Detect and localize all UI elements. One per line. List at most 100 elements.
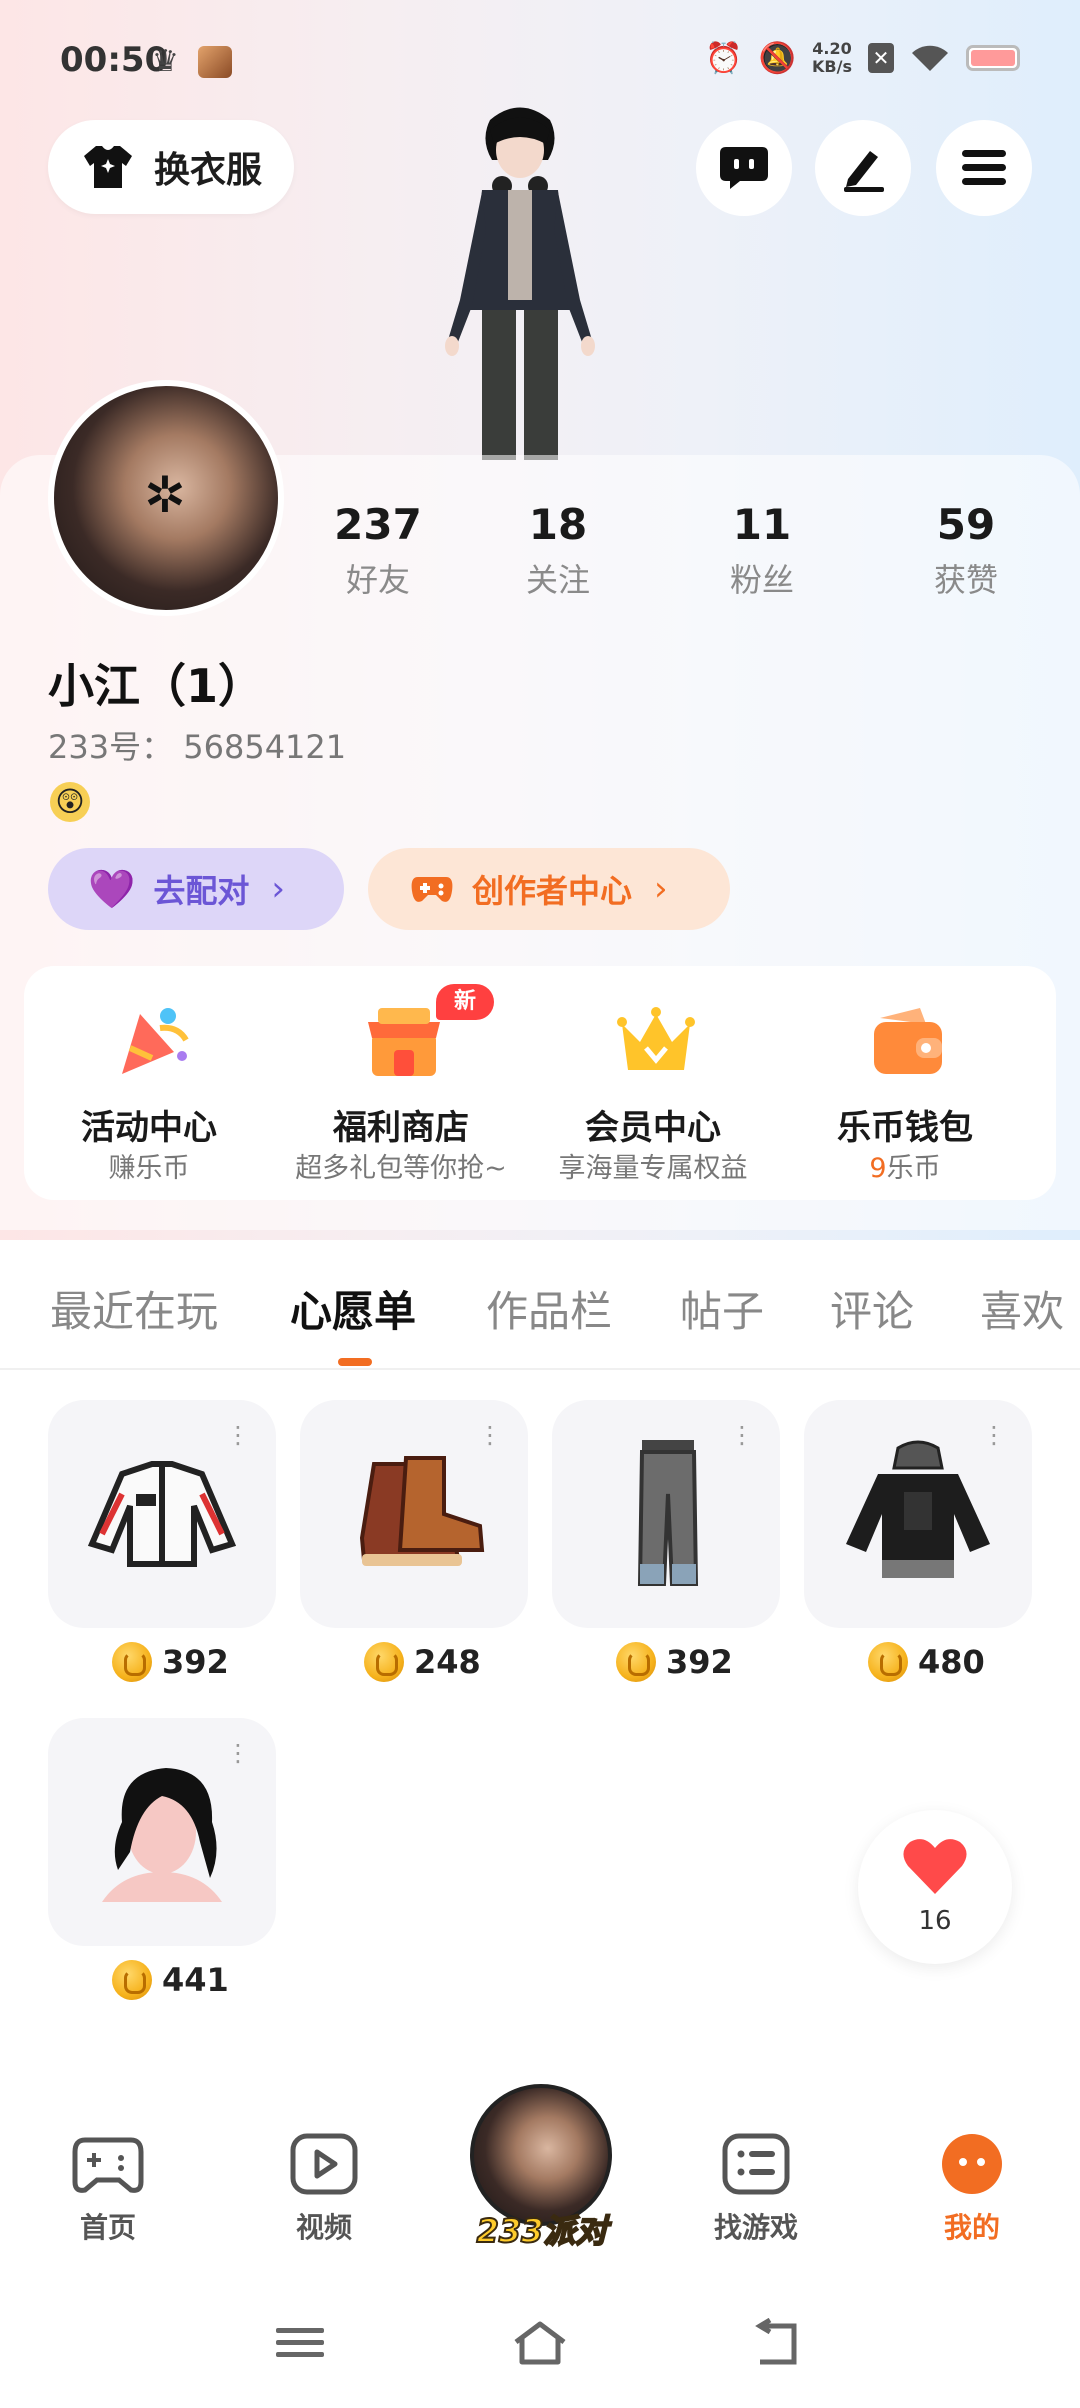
- net-speed-value: 4.20: [812, 39, 852, 58]
- stat-number: 59: [936, 500, 996, 549]
- creator-center-button[interactable]: 创作者中心 ›: [368, 848, 730, 930]
- chevron-right-icon: ›: [271, 869, 285, 909]
- price-value: 392: [162, 1643, 229, 1681]
- price-value: 248: [414, 1643, 481, 1681]
- mute-icon: 🔕: [758, 40, 797, 76]
- change-outfit-button[interactable]: 换衣服: [48, 120, 294, 214]
- menu-button[interactable]: [936, 120, 1032, 216]
- tab-wishlist[interactable]: 心愿单: [290, 1278, 416, 1339]
- stat-number: 11: [732, 500, 792, 549]
- tab-recent-play[interactable]: 最近在玩: [50, 1278, 218, 1339]
- stat-label: 粉丝: [729, 561, 794, 599]
- battery-icon: [966, 45, 1020, 71]
- wishlist-price: 480: [868, 1642, 985, 1682]
- tab-works[interactable]: 作品栏: [486, 1278, 612, 1339]
- party-label[interactable]: 233派对: [460, 2206, 624, 2252]
- party-avatar-button[interactable]: [470, 2084, 612, 2226]
- avatar-character[interactable]: [420, 100, 620, 460]
- boots-image: [359, 1456, 485, 1566]
- nav-mine[interactable]: 我的: [912, 2132, 1032, 2246]
- quick-menu: 活动中心 赚乐币 新 福利商店 超多礼包等你抢~ 会员中心 享海量专属权益 乐币…: [24, 966, 1056, 1200]
- system-nav-bar: [0, 2278, 1080, 2408]
- mood-emoji[interactable]: 😲: [50, 782, 90, 822]
- wallet-item[interactable]: 乐币钱包 9乐币: [780, 966, 1030, 1200]
- tab-likes[interactable]: 喜欢: [980, 1278, 1064, 1339]
- chevron-right-icon: ›: [654, 869, 668, 909]
- stat-number: 18: [528, 500, 588, 549]
- coin-icon: [868, 1642, 908, 1682]
- pencil-icon: [844, 151, 884, 192]
- video-play-icon: [290, 2133, 358, 2195]
- activity-center-item[interactable]: 活动中心 赚乐币: [24, 966, 274, 1200]
- stat-label: 获赞: [933, 561, 998, 599]
- activity-center-title: 活动中心: [81, 1108, 217, 1148]
- wishlist-price: 392: [112, 1642, 229, 1682]
- wishlist-item-jacket[interactable]: ⋮: [48, 1400, 276, 1628]
- vip-center-title: 会员中心: [585, 1108, 721, 1148]
- tab-comments[interactable]: 评论: [830, 1278, 914, 1339]
- gamepad-icon: [411, 877, 453, 902]
- wifi-icon: [912, 45, 948, 71]
- party-popper-icon: [122, 1008, 189, 1074]
- user-id: 233号： 56854121: [48, 728, 347, 766]
- jacket-image: [87, 1461, 237, 1567]
- username: 小江（1）: [48, 659, 265, 713]
- stat-following[interactable]: 18 关注: [488, 500, 628, 601]
- divider: [0, 1368, 1080, 1370]
- coin-icon: [112, 1642, 152, 1682]
- recent-apps-icon[interactable]: [270, 2318, 330, 2368]
- app-notification-icon: [198, 46, 232, 78]
- gamepad-icon: [72, 2137, 144, 2193]
- active-tab-indicator: [338, 1358, 372, 1366]
- tab-bar: 最近在玩 心愿单 作品栏 帖子 评论 喜欢: [0, 1240, 1080, 1370]
- wallet-balance: 9: [869, 1153, 887, 1184]
- wallet-icon: [874, 1008, 942, 1074]
- crown-icon: ♛: [152, 44, 179, 79]
- match-button[interactable]: 💜 去配对 ›: [48, 848, 344, 930]
- wallet-sub: 9乐币: [780, 1146, 1030, 1185]
- status-icons: ⏰ 🔕 4.20 KB/s ✕: [705, 40, 1020, 76]
- welfare-shop-sub: 超多礼包等你抢~: [295, 1153, 507, 1184]
- nav-video-label: 视频: [295, 2211, 352, 2244]
- welfare-shop-title: 福利商店: [333, 1108, 469, 1148]
- nav-home[interactable]: 首页: [48, 2132, 168, 2246]
- stat-likes-received[interactable]: 59 获赞: [896, 500, 1036, 601]
- home-icon[interactable]: [510, 2318, 570, 2368]
- hair-image: [102, 1768, 222, 1902]
- shirt-icon: [84, 146, 132, 188]
- crown-icon: [617, 1007, 695, 1070]
- nav-home-label: 首页: [79, 2211, 136, 2244]
- stat-friends[interactable]: 237 好友: [308, 500, 448, 601]
- wishlist-item-hoodie[interactable]: ⋮: [804, 1400, 1032, 1628]
- jeans-image: [637, 1440, 699, 1586]
- welfare-shop-item[interactable]: 新 福利商店 超多礼包等你抢~: [276, 966, 526, 1200]
- wishlist-price: 392: [616, 1642, 733, 1682]
- tab-posts[interactable]: 帖子: [680, 1278, 764, 1339]
- nav-mine-label: 我的: [943, 2211, 1000, 2244]
- match-label: 去配对: [153, 872, 250, 910]
- wishlist-item-jeans[interactable]: ⋮: [552, 1400, 780, 1628]
- nav-find-games-label: 找游戏: [713, 2211, 798, 2244]
- wishlist-item-boots[interactable]: ⋮: [300, 1400, 528, 1628]
- change-outfit-label: 换衣服: [154, 150, 263, 191]
- shop-icon: [368, 1008, 440, 1076]
- coin-icon: [616, 1642, 656, 1682]
- no-sim-icon: ✕: [868, 43, 894, 73]
- coin-icon: [112, 1960, 152, 2000]
- price-value: 480: [918, 1643, 985, 1681]
- vip-center-item[interactable]: 会员中心 享海量专属权益: [528, 966, 778, 1200]
- creator-center-label: 创作者中心: [472, 872, 633, 910]
- nav-find-games[interactable]: 找游戏: [696, 2132, 816, 2246]
- like-count: 16: [918, 1906, 952, 1936]
- new-badge: 新: [436, 984, 494, 1020]
- chat-button[interactable]: [696, 120, 792, 216]
- back-icon[interactable]: [750, 2318, 810, 2368]
- heart-icon: [903, 1839, 967, 1894]
- nav-video[interactable]: 视频: [264, 2132, 384, 2246]
- stat-fans[interactable]: 11 粉丝: [692, 500, 832, 601]
- stat-label: 关注: [525, 561, 590, 599]
- like-button[interactable]: 16: [858, 1810, 1012, 1964]
- wishlist-item-hair[interactable]: ⋮: [48, 1718, 276, 1946]
- edit-profile-button[interactable]: [815, 120, 911, 216]
- profile-avatar[interactable]: ✲: [48, 380, 284, 616]
